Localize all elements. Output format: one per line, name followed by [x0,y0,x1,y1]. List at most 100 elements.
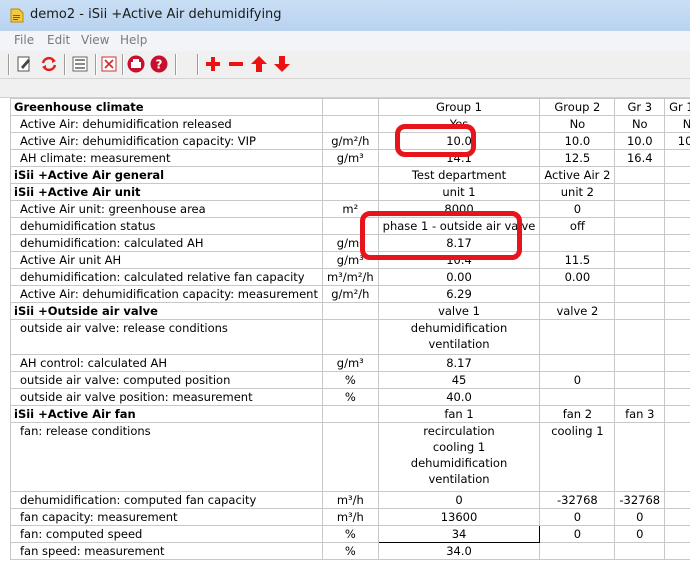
row-label: dehumidification: calculated relative fa… [10,268,323,286]
unit-cell: % [321,525,379,543]
unit-cell [321,166,379,184]
value-line: recirculation [423,424,495,438]
value-cell [664,508,690,526]
row-label: dehumidification: calculated AH [10,234,323,252]
row-label: Active Air: dehumidification capacity: m… [10,285,323,303]
menu-file[interactable]: File [14,33,34,47]
row-label: outside air valve position: measurement [10,388,323,406]
row-label: AH climate: measurement [10,149,323,167]
table-row: fan capacity: measurement m³/h 13600 0 0 [10,508,690,526]
value-cell: -32768 [539,491,616,509]
title-bar: demo2 - iSii +Active Air dehumidifying [0,0,690,32]
unit-cell: g/m²/h [321,132,379,150]
toolbar-separator [197,54,199,75]
value-cell [614,371,666,389]
column-header: unit 2 [539,183,616,201]
value-cell [664,388,690,406]
value-cell: No [539,115,616,133]
column-header: valve 2 [539,302,616,320]
arrow-up-icon[interactable] [249,54,269,74]
menu-edit[interactable]: Edit [47,33,70,47]
value-cell: 40.0 [377,388,541,406]
value-cell [539,234,616,252]
table-row: dehumidification status phase 1 - outside… [10,217,690,235]
svg-text:?: ? [156,58,163,72]
remove-icon[interactable] [226,54,246,74]
value-cell: 10.0 [664,132,690,150]
unit-cell [321,319,379,355]
table-row: AH control: calculated AH g/m³ 8.17 [10,354,690,372]
row-label: Active Air unit AH [10,251,323,269]
value-cell [664,268,690,286]
app-document-icon [10,8,24,23]
unit-cell: g/m³ [321,149,379,167]
column-header: Active Air 2 [539,166,616,184]
value-cell [614,251,666,269]
menu-bar: File Edit View Help [0,31,690,51]
menu-help[interactable]: Help [120,33,147,47]
section-row: Greenhouse climate Group 1Group 2Gr 3Gr 1… [10,98,690,116]
add-icon[interactable] [203,54,223,74]
row-label: fan: computed speed [10,525,323,543]
value-cell [539,388,616,406]
value-cell [664,217,690,235]
column-header [664,166,690,184]
table-row: Active Air: dehumidification capacity: m… [10,285,690,303]
value-cell [664,371,690,389]
value-cell: 45 [377,371,541,389]
unit-cell: % [321,371,379,389]
value-line: cooling 1 [551,424,604,438]
window-title: demo2 - iSii +Active Air dehumidifying [30,7,282,22]
column-header: Gr 14.1 [664,98,690,116]
unit-cell: g/m²/h [321,285,379,303]
table-row: fan: computed speed% 34 0 0 [10,525,690,543]
value-cell: dehumidification ventilation [377,319,541,355]
value-cell: 0.00 [539,268,616,286]
row-label: Active Air: dehumidification capacity: V… [10,132,323,150]
unit-cell [321,183,379,201]
value-cell: 13600 [377,508,541,526]
section-header: iSii +Outside air valve [10,302,323,320]
close-red-icon[interactable] [99,54,119,74]
column-header: valve 1 [377,302,541,320]
menu-view[interactable]: View [81,33,109,47]
row-label: outside air valve: release conditions [10,319,323,355]
list-icon[interactable] [70,54,90,74]
value-cell: 0 [539,508,616,526]
row-label: fan: release conditions [10,422,323,492]
value-cell: recirculation cooling 1 dehumidification ve… [377,422,541,492]
value-cell: off [539,217,616,235]
column-header [664,302,690,320]
table-row: fan: release conditions recirculation cool… [10,422,690,492]
value-line: ventilation [428,337,490,351]
value-cell [614,422,666,492]
unit-cell [321,422,379,492]
value-line: cooling 1 [432,440,486,454]
table-row: dehumidification: calculated AH g/m³ 8.17 [10,234,690,252]
column-header: unit 1 [377,183,541,201]
table-row: fan speed: measurement% 34.0 [10,542,690,560]
section-header: iSii +Active Air general [10,166,323,184]
refresh-icon[interactable] [39,54,59,74]
print-icon[interactable] [126,54,146,74]
value-cell: -32768 [614,491,666,509]
edit-icon[interactable] [14,54,34,74]
data-grid: Greenhouse climate Group 1Group 2Gr 3Gr 1… [10,98,690,560]
row-label: Active Air: dehumidification released [10,115,323,133]
arrow-down-icon[interactable] [272,54,292,74]
unit-cell [321,115,379,133]
row-label: dehumidification: computed fan capacity [10,491,323,509]
annotation-highlight-status [360,211,522,260]
value-cell [539,542,616,560]
value-cell [664,525,690,543]
value-cell [614,285,666,303]
value-cell [614,388,666,406]
value-cell-selected[interactable]: 34 [377,525,541,543]
unit-cell: % [321,542,379,560]
value-cell: 0 [614,508,666,526]
help-icon[interactable]: ? [149,54,169,74]
column-header [614,183,666,201]
column-header [614,166,666,184]
value-cell [539,354,616,372]
column-header: fan 1 [377,405,541,423]
